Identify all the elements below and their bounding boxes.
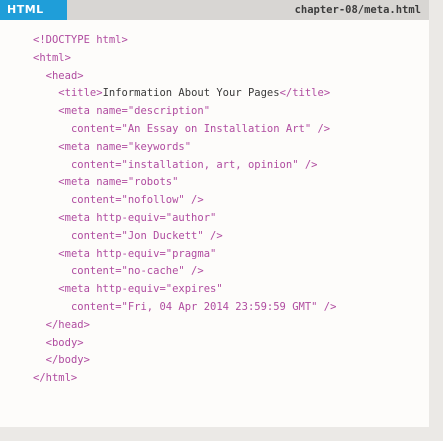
- code-line: content="installation, art, opinion" />: [33, 157, 336, 175]
- code-line: </body>: [33, 352, 336, 370]
- code-line: </html>: [33, 370, 336, 388]
- code-line: content="nofollow" />: [33, 192, 336, 210]
- code-markup-close: </title>: [279, 87, 331, 100]
- code-markup: <meta http-equiv="author": [58, 211, 217, 224]
- code-markup: </body>: [45, 354, 90, 367]
- code-header-bar: HTML chapter-08/meta.html: [0, 0, 429, 20]
- code-line: <meta name="description": [33, 103, 336, 121]
- code-line: <meta http-equiv="expires": [33, 281, 336, 299]
- code-line: content="Jon Duckett" />: [33, 228, 336, 246]
- code-markup: content="Jon Duckett" />: [70, 229, 223, 242]
- code-markup: </html>: [33, 372, 78, 385]
- code-markup: <!DOCTYPE html>: [33, 34, 128, 46]
- code-markup: <body>: [45, 336, 84, 349]
- code-line: content="no-cache" />: [33, 263, 336, 281]
- code-markup: content="no-cache" />: [70, 265, 204, 278]
- code-markup: <html>: [33, 51, 71, 64]
- file-path-label: chapter-08/meta.html: [294, 4, 421, 16]
- code-markup: content="An Essay on Installation Art" /…: [70, 122, 331, 135]
- code-line: <head>: [33, 68, 336, 86]
- code-markup: <head>: [45, 69, 84, 82]
- code-example-panel: HTML chapter-08/meta.html <!DOCTYPE html…: [0, 0, 429, 427]
- code-text: Information About Your Pages: [102, 87, 280, 100]
- code-line: <html>: [33, 50, 336, 68]
- code-markup: <meta name="keywords": [58, 140, 192, 153]
- code-markup: <meta name="description": [58, 105, 211, 118]
- code-markup: <meta http-equiv="pragma": [58, 247, 217, 260]
- code-line: <meta http-equiv="pragma": [33, 246, 336, 264]
- code-line: </head>: [33, 317, 336, 335]
- code-markup: <title>: [58, 87, 103, 100]
- code-line: <meta name="robots": [33, 174, 336, 192]
- code-line: <meta http-equiv="author": [33, 210, 336, 228]
- language-badge: HTML: [0, 0, 67, 20]
- code-markup: content="installation, art, opinion" />: [70, 158, 318, 171]
- code-line: <title>Information About Your Pages</tit…: [33, 85, 336, 103]
- code-markup: <meta name="robots": [58, 176, 179, 189]
- code-line: <!DOCTYPE html>: [33, 32, 336, 50]
- code-line: content="An Essay on Installation Art" /…: [33, 121, 336, 139]
- code-block: <!DOCTYPE html> <html> <head> <title>Info…: [33, 32, 336, 388]
- code-markup: content="Fri, 04 Apr 2014 23:59:59 GMT" …: [70, 300, 337, 313]
- code-line: <meta name="keywords": [33, 139, 336, 157]
- code-markup: content="nofollow" />: [70, 194, 204, 207]
- code-line: content="Fri, 04 Apr 2014 23:59:59 GMT" …: [33, 299, 337, 317]
- code-markup: </head>: [45, 318, 90, 331]
- code-markup: <meta http-equiv="expires": [58, 283, 223, 296]
- code-line: <body>: [33, 335, 336, 353]
